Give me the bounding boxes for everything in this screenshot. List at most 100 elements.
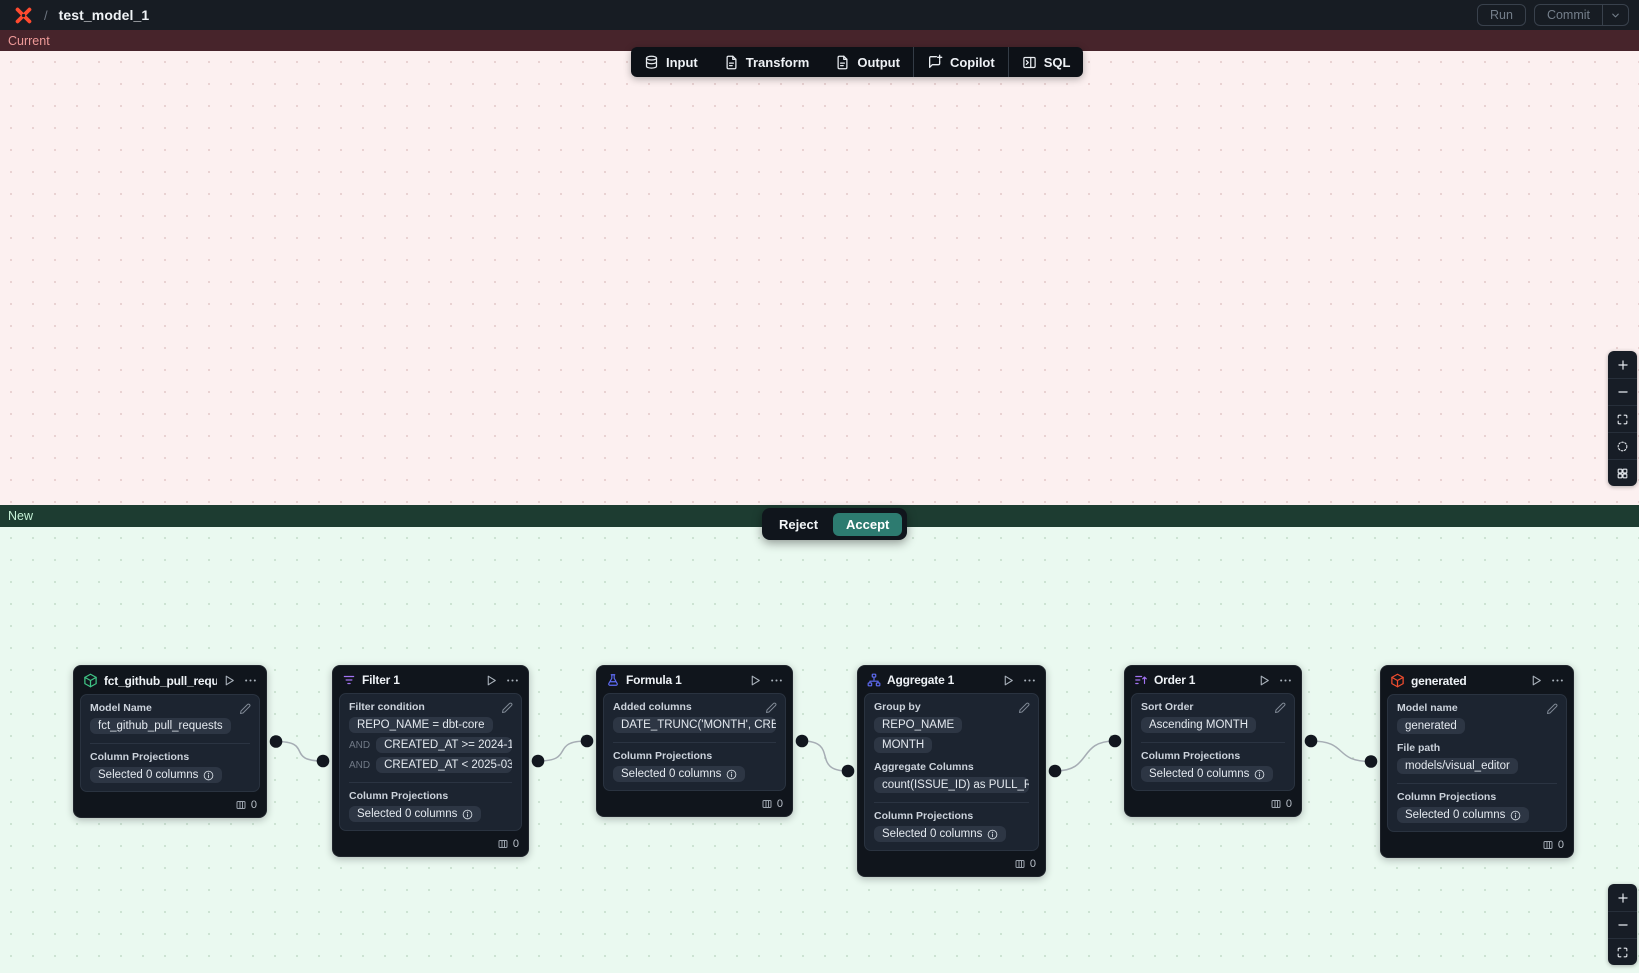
- zoom-in-button[interactable]: [1608, 351, 1637, 378]
- pill-text: Selected 0 columns: [357, 808, 457, 820]
- node-section: Model namegenerated: [1397, 702, 1557, 734]
- grid-button[interactable]: [1608, 459, 1637, 486]
- edit-icon[interactable]: [239, 702, 251, 720]
- value-pill[interactable]: MONTH: [874, 737, 932, 753]
- pill-text: Selected 0 columns: [1405, 809, 1505, 821]
- pill-text: MONTH: [882, 739, 924, 751]
- toolbar-item-transform[interactable]: Transform: [711, 47, 823, 77]
- edit-icon[interactable]: [1018, 701, 1030, 719]
- focus-button[interactable]: [1608, 432, 1637, 459]
- node-menu-icon[interactable]: [244, 674, 257, 687]
- value-pill[interactable]: CREATED_AT < 2025-03-01: [376, 757, 512, 773]
- value-pill[interactable]: REPO_NAME: [874, 717, 962, 733]
- new-pane-label: New: [8, 509, 33, 523]
- edit-icon[interactable]: [501, 701, 513, 719]
- current-canvas-controls: [1608, 351, 1637, 486]
- node-menu-icon[interactable]: [770, 674, 783, 687]
- info-icon[interactable]: [1254, 769, 1265, 780]
- node-title: Order 1: [1154, 673, 1252, 687]
- value-pill[interactable]: REPO_NAME = dbt-core: [349, 717, 493, 733]
- value-pill[interactable]: Ascending MONTH: [1141, 717, 1256, 733]
- pill-text: CREATED_AT >= 2024-12-01: [384, 739, 512, 751]
- node-toolbar: InputTransformOutputCopilot SQL: [631, 47, 1083, 77]
- pill-text: Selected 0 columns: [98, 769, 198, 781]
- pill-row: MONTH: [874, 737, 1029, 753]
- node-filter-1[interactable]: Filter 1Filter conditionREPO_NAME = dbt-…: [332, 665, 529, 857]
- node-footer: 0: [858, 856, 1045, 876]
- value-pill[interactable]: generated: [1397, 718, 1465, 734]
- pill-text: Selected 0 columns: [882, 828, 982, 840]
- value-pill[interactable]: count(ISSUE_ID) as PULL_REQUEST_…: [874, 777, 1029, 793]
- pill-text: CREATED_AT < 2025-03-01: [384, 759, 512, 771]
- node-run-icon[interactable]: [223, 674, 236, 687]
- node-aggregate-1[interactable]: Aggregate 1Group byREPO_NAMEMONTHAggrega…: [857, 665, 1046, 877]
- node-section: Added columnsDATE_TRUNC('MONTH', CREATED…: [613, 701, 776, 733]
- edit-icon[interactable]: [765, 701, 777, 719]
- toolbar-item-input[interactable]: Input: [631, 47, 711, 77]
- node-run-icon[interactable]: [1002, 674, 1015, 687]
- reject-button[interactable]: Reject: [767, 513, 830, 536]
- toolbar-item-copilot[interactable]: Copilot: [914, 47, 1008, 77]
- value-pill[interactable]: Selected 0 columns: [1397, 807, 1529, 823]
- node-order-1[interactable]: Order 1 Sort Order Ascending MONTH Column P…: [1124, 665, 1302, 817]
- node-footer: 0: [1125, 796, 1301, 816]
- accept-button[interactable]: Accept: [833, 513, 902, 536]
- node-menu-icon[interactable]: [1279, 674, 1292, 687]
- value-pill[interactable]: fct_github_pull_requests: [90, 718, 231, 734]
- toolbar-item-output[interactable]: Output: [822, 47, 913, 77]
- value-pill[interactable]: DATE_TRUNC('MONTH', CREATED_AT…: [613, 717, 776, 733]
- node-section: Group by REPO_NAME MONTH: [874, 701, 1029, 753]
- diff-actions: Reject Accept: [762, 508, 907, 540]
- node-section: Sort Order Ascending MONTH: [1141, 701, 1285, 733]
- section-label: Group by: [874, 701, 1029, 713]
- node-run-icon[interactable]: [485, 674, 498, 687]
- row-count: 0: [1030, 858, 1036, 870]
- value-pill[interactable]: Selected 0 columns: [874, 826, 1006, 842]
- zoom-in-button[interactable]: [1608, 884, 1637, 911]
- value-pill[interactable]: Selected 0 columns: [1141, 766, 1273, 782]
- node-generated[interactable]: generatedModel namegenerated File pathmod…: [1380, 665, 1574, 858]
- zoom-out-button[interactable]: [1608, 911, 1637, 938]
- node-formula-1[interactable]: Formula 1Added columnsDATE_TRUNC('MONTH'…: [596, 665, 793, 817]
- node-menu-icon[interactable]: [506, 674, 519, 687]
- file-text-icon: [724, 55, 739, 70]
- info-icon[interactable]: [987, 829, 998, 840]
- pill-text: Selected 0 columns: [1149, 768, 1249, 780]
- info-icon[interactable]: [203, 770, 214, 781]
- node-section: Column ProjectionsSelected 0 columns: [349, 782, 512, 822]
- toolbar-item-label: SQL: [1044, 55, 1071, 70]
- node-section: File pathmodels/visual_editor: [1397, 742, 1557, 774]
- value-pill[interactable]: CREATED_AT >= 2024-12-01: [376, 737, 512, 753]
- info-icon[interactable]: [726, 769, 737, 780]
- node-run-icon[interactable]: [749, 674, 762, 687]
- value-pill[interactable]: Selected 0 columns: [90, 767, 222, 783]
- node-footer: 0: [74, 797, 266, 817]
- info-icon[interactable]: [462, 809, 473, 820]
- node-source-model[interactable]: fct_github_pull_requestsModel Namefct_gi…: [73, 665, 267, 818]
- node-menu-icon[interactable]: [1023, 674, 1036, 687]
- zoom-out-button[interactable]: [1608, 378, 1637, 405]
- fit-view-button[interactable]: [1608, 938, 1637, 965]
- toolbar-item-sql[interactable]: SQL: [1009, 47, 1084, 77]
- edit-icon[interactable]: [1274, 701, 1286, 719]
- run-button[interactable]: Run: [1477, 4, 1526, 26]
- node-run-icon[interactable]: [1258, 674, 1271, 687]
- current-canvas[interactable]: [0, 51, 1639, 505]
- info-icon[interactable]: [1510, 810, 1521, 821]
- chevron-down-icon[interactable]: [1602, 5, 1628, 25]
- node-menu-icon[interactable]: [1551, 674, 1564, 687]
- value-pill[interactable]: Selected 0 columns: [349, 806, 481, 822]
- current-pane-label: Current: [8, 34, 50, 48]
- value-pill[interactable]: models/visual_editor: [1397, 758, 1518, 774]
- pill-row: Ascending MONTH: [1141, 717, 1285, 733]
- section-label: Sort Order: [1141, 701, 1285, 713]
- node-run-icon[interactable]: [1530, 674, 1543, 687]
- file-text-icon: [835, 55, 850, 70]
- value-pill[interactable]: Selected 0 columns: [613, 766, 745, 782]
- filter-icon: [342, 673, 356, 687]
- commit-button[interactable]: Commit: [1534, 4, 1629, 26]
- section-label: Column Projections: [1141, 750, 1285, 762]
- pill-row: Selected 0 columns: [349, 806, 512, 822]
- edit-icon[interactable]: [1546, 702, 1558, 720]
- fit-view-button[interactable]: [1608, 405, 1637, 432]
